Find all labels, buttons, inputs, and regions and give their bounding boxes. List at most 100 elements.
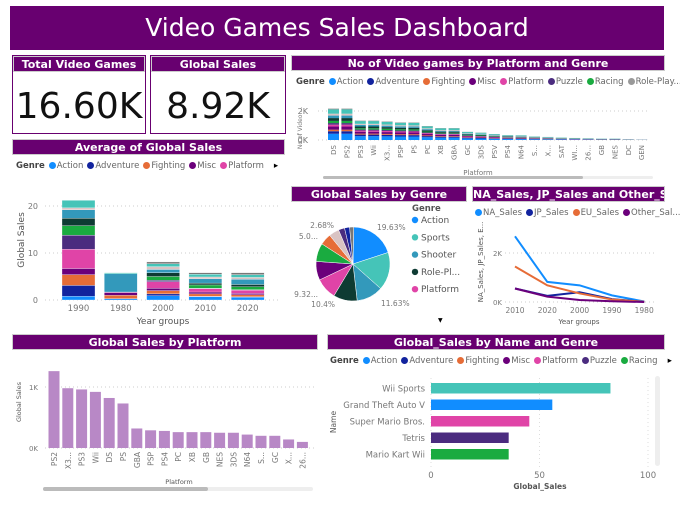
y-tick: 0K bbox=[493, 299, 502, 307]
bar-segment bbox=[368, 121, 380, 124]
x-tick: DS bbox=[105, 452, 114, 463]
bar-segment bbox=[421, 137, 433, 140]
bar-segment bbox=[341, 129, 353, 132]
bar bbox=[76, 389, 88, 448]
x-tick: 3DS bbox=[229, 452, 238, 468]
charts-canvas: 0K 2K No of Video ... DS PS2 PS3 Wii X3... PSP PS… bbox=[15, 107, 660, 491]
bar-segment bbox=[146, 295, 180, 301]
bar-segment bbox=[395, 136, 406, 140]
bar-segment bbox=[515, 139, 527, 140]
bar-segment bbox=[448, 134, 460, 135]
bar-segment bbox=[368, 126, 380, 129]
x-tick: 2000 bbox=[570, 306, 589, 315]
legend-dot bbox=[411, 216, 419, 224]
bar bbox=[283, 439, 295, 448]
bar-segment bbox=[381, 121, 393, 125]
x-tick: Wii bbox=[370, 145, 378, 156]
bar-segment bbox=[231, 274, 265, 278]
horizontal-scrollbar[interactable] bbox=[43, 487, 208, 491]
x-axis-title: Global_Sales bbox=[513, 482, 567, 491]
bar-segment bbox=[448, 134, 460, 137]
bar-segment bbox=[231, 284, 265, 287]
bar-segment bbox=[328, 120, 339, 124]
legend-item: Shooter bbox=[421, 251, 456, 261]
x-tick: DC bbox=[625, 145, 633, 155]
bar-segment bbox=[368, 130, 380, 132]
x-tick: 2020 bbox=[237, 304, 259, 314]
vertical-scrollbar[interactable] bbox=[655, 376, 660, 466]
x-tick: 26... bbox=[298, 452, 307, 469]
bar-segment bbox=[368, 134, 380, 137]
x-tick: NES bbox=[611, 144, 619, 159]
bar-segment bbox=[421, 134, 433, 136]
bar-segment bbox=[488, 137, 500, 139]
x-tick: PS bbox=[119, 452, 128, 462]
x-tick: N64 bbox=[518, 144, 526, 159]
bar-segment bbox=[542, 139, 554, 140]
bar-segment bbox=[354, 124, 366, 127]
bar bbox=[241, 434, 253, 448]
bar-segment bbox=[408, 132, 420, 135]
bar bbox=[145, 430, 157, 448]
bar-segment bbox=[381, 128, 393, 131]
y-tick: 2K bbox=[493, 250, 502, 258]
x-tick: PC bbox=[424, 145, 432, 154]
x-tick: GBA bbox=[451, 145, 459, 160]
bar-segment bbox=[354, 136, 366, 140]
bar-segment bbox=[328, 133, 339, 140]
y-tick: 10 bbox=[28, 249, 38, 258]
bar-segment bbox=[341, 109, 353, 114]
x-tick: GB bbox=[202, 452, 211, 463]
bar-segment bbox=[408, 127, 420, 130]
bar-segment bbox=[104, 292, 138, 296]
bar-segment bbox=[188, 284, 223, 289]
bar-segment bbox=[354, 134, 366, 137]
y-axis-title: Global Sales bbox=[15, 381, 23, 422]
bar-segment bbox=[529, 139, 540, 140]
bar-segment bbox=[381, 125, 393, 128]
bar-segment bbox=[341, 124, 353, 127]
bar bbox=[103, 397, 115, 448]
bar-segment bbox=[502, 135, 514, 136]
bar-segment bbox=[146, 290, 180, 295]
bar-segment bbox=[462, 136, 473, 138]
bar-segment bbox=[435, 136, 447, 137]
bar-segment bbox=[328, 129, 339, 132]
bar-segment bbox=[61, 218, 96, 226]
bar-segment bbox=[395, 127, 406, 130]
bar bbox=[431, 399, 553, 410]
x-tick: 26... bbox=[585, 145, 593, 161]
bar-segment bbox=[395, 122, 406, 126]
bar-segment bbox=[488, 138, 500, 140]
x-tick: PC bbox=[174, 452, 183, 462]
bar-segment bbox=[61, 296, 96, 301]
bar-segment bbox=[381, 136, 393, 140]
bar-segment bbox=[146, 293, 180, 296]
bar-segment bbox=[435, 137, 447, 140]
bar-segment bbox=[408, 129, 420, 131]
bar-segment bbox=[421, 135, 433, 137]
bar-segment bbox=[448, 137, 460, 140]
bar-segment bbox=[341, 108, 353, 110]
bar bbox=[117, 403, 129, 448]
bar-segment bbox=[368, 123, 380, 125]
bar-segment bbox=[188, 296, 223, 301]
bar-segment bbox=[408, 135, 420, 137]
bar bbox=[131, 428, 143, 448]
bar-segment bbox=[328, 108, 339, 110]
bar-segment bbox=[408, 126, 420, 128]
bar-segment bbox=[502, 139, 514, 140]
data-label: 11.63% bbox=[381, 299, 410, 308]
bar-segment bbox=[231, 297, 265, 301]
bar-segment bbox=[475, 138, 487, 140]
horizontal-scrollbar[interactable] bbox=[323, 176, 583, 179]
bar-segment bbox=[341, 120, 353, 124]
data-label: 2.68% bbox=[310, 221, 334, 230]
x-tick: 2010 bbox=[195, 304, 217, 314]
bar-segment bbox=[408, 125, 420, 127]
y-axis-title: NA_Sales, JP_Sales, E... bbox=[477, 222, 485, 303]
bar-segment bbox=[421, 136, 433, 138]
bar-segment bbox=[354, 121, 366, 124]
bar bbox=[89, 391, 101, 448]
bar-segment bbox=[61, 225, 96, 236]
